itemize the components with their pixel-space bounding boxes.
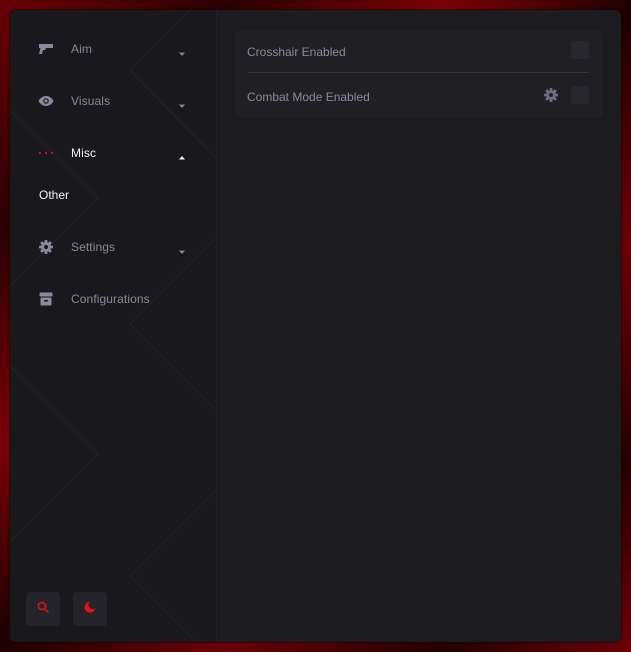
option-row-combat-mode: Combat Mode Enabled xyxy=(247,76,589,120)
sidebar-subitem-other[interactable]: Other xyxy=(39,188,69,202)
combat-mode-enabled-toggle[interactable] xyxy=(571,86,589,104)
gun-icon xyxy=(38,41,54,57)
dots-icon xyxy=(38,145,54,161)
divider xyxy=(247,72,589,73)
chevron-down-icon xyxy=(178,45,186,56)
options-panel: Crosshair Enabled Combat Mode Enabled xyxy=(235,30,603,118)
sidebar-item-label: Configurations xyxy=(71,292,150,306)
search-icon xyxy=(37,600,49,618)
option-label: Crosshair Enabled xyxy=(247,45,346,59)
chevron-down-icon xyxy=(178,97,186,108)
option-label: Combat Mode Enabled xyxy=(247,90,370,104)
chevron-down-icon xyxy=(178,243,186,254)
sidebar-item-settings[interactable]: Settings xyxy=(10,231,216,263)
sidebar-item-label: Visuals xyxy=(71,94,111,108)
search-button[interactable] xyxy=(26,592,60,626)
sidebar-item-misc[interactable]: Misc xyxy=(10,137,216,169)
sidebar-item-label: Settings xyxy=(71,240,116,254)
sidebar-item-aim[interactable]: Aim xyxy=(10,33,216,65)
crosshair-enabled-toggle[interactable] xyxy=(571,41,589,59)
sidebar-item-visuals[interactable]: Visuals xyxy=(10,85,216,117)
sidebar-item-label: Aim xyxy=(71,42,92,56)
sidebar-item-label: Misc xyxy=(71,146,97,160)
gear-icon xyxy=(38,239,54,255)
sidebar: Aim Visuals Misc Other Settings Configur… xyxy=(10,10,217,642)
archive-icon xyxy=(38,291,54,307)
app-window: Aim Visuals Misc Other Settings Configur… xyxy=(10,10,621,642)
sidebar-item-configurations[interactable]: Configurations xyxy=(10,283,216,315)
chevron-up-icon xyxy=(178,149,186,160)
eye-icon xyxy=(38,93,54,109)
moon-icon xyxy=(84,600,96,618)
option-row-crosshair: Crosshair Enabled xyxy=(247,31,589,75)
gear-icon[interactable] xyxy=(544,88,558,102)
theme-toggle-button[interactable] xyxy=(73,592,107,626)
